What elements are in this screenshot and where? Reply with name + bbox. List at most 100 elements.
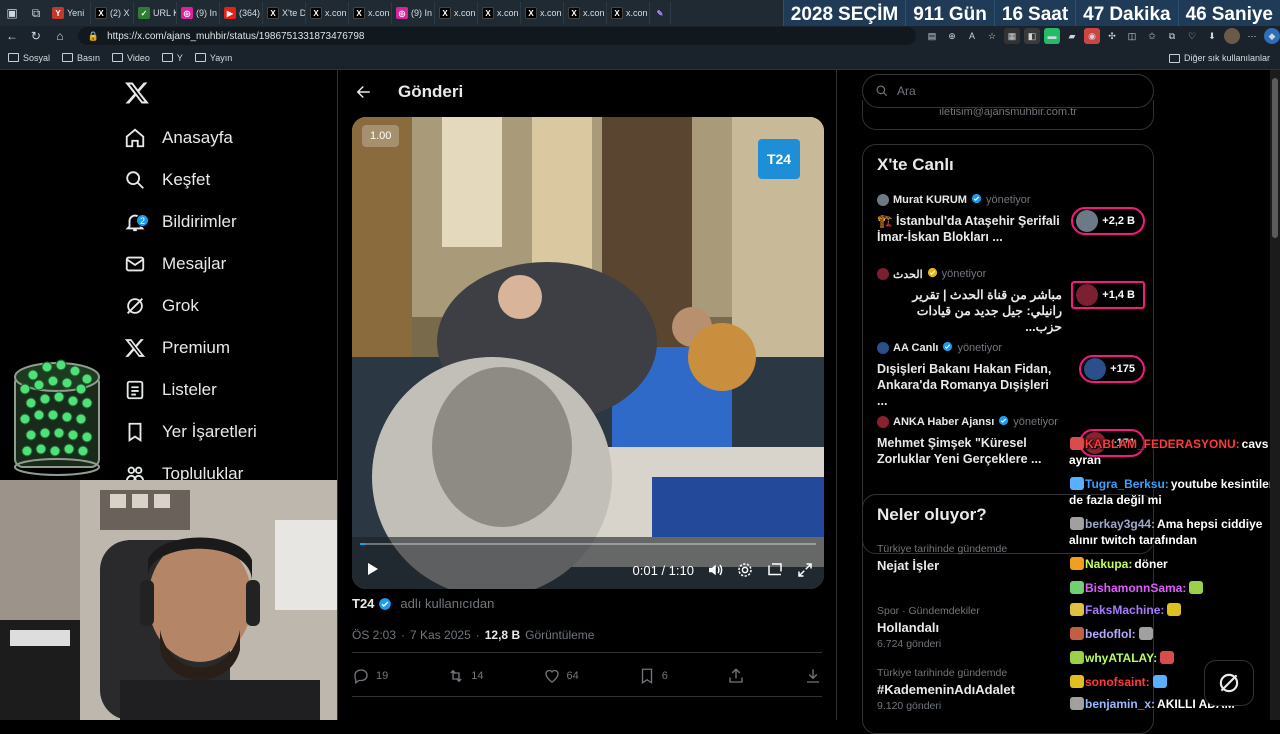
post-author-line: T24 adlı kullanıcıdan	[352, 596, 494, 611]
pen-tab[interactable]: ✎	[650, 2, 671, 24]
sidebar-item-anasayfa[interactable]: Anasayfa	[124, 118, 233, 158]
youtube-favicon: ▶	[224, 7, 236, 19]
x-logo-icon[interactable]	[124, 80, 150, 106]
x-favicon: X	[568, 7, 580, 19]
browser-tab[interactable]: Xx.con	[435, 2, 478, 24]
sidebar-item-mesajlar[interactable]: Mesajlar	[124, 244, 226, 284]
sidebar-item-label: Listeler	[162, 380, 217, 399]
listener-avatar	[1076, 284, 1099, 306]
bookmark-folder[interactable]: Video	[112, 53, 150, 63]
verified-badge-icon	[927, 267, 938, 281]
sidebar-item-grok[interactable]: Grok	[124, 286, 199, 326]
grok-floating-button[interactable]	[1204, 660, 1254, 706]
url-field[interactable]: 🔒 https://x.com/ajans_muhbir/status/1986…	[77, 27, 917, 45]
sidebar-item-label: Yer İşaretleri	[162, 422, 257, 441]
play-icon[interactable]	[364, 561, 380, 580]
folder-icon	[194, 53, 206, 62]
live-broadcast-item[interactable]: Murat KURUM yönetiyor 🏗️ İstanbul'da Ataşe…	[877, 193, 1147, 261]
repost-button[interactable]: 14	[447, 667, 484, 685]
post-date[interactable]: 7 Kas 2025	[410, 628, 471, 642]
live-broadcast-item[interactable]: الحدث yönetiyor مباشر من قناة الحدث | تقري…	[877, 267, 1147, 335]
browser-tab[interactable]: Xx.con	[521, 2, 564, 24]
browser-tab[interactable]: ◎ (9) In	[392, 2, 435, 24]
url-text: https://x.com/ajans_muhbir/status/198675…	[107, 30, 365, 42]
extension-icon[interactable]: ▰	[1064, 28, 1080, 44]
chat-username: Nakupa:	[1085, 557, 1133, 571]
reader-icon[interactable]: ▤	[924, 28, 940, 44]
chat-badge-icon	[1070, 477, 1084, 490]
streamer-webcam	[0, 480, 337, 720]
favorites-icon[interactable]: ✩	[1144, 28, 1160, 44]
sidebar-item-listeler[interactable]: Listeler	[124, 370, 217, 410]
collections-icon[interactable]: ⧉	[1164, 28, 1180, 44]
other-bookmarks[interactable]: Diğer sık kullanılanlar	[1168, 46, 1270, 70]
browser-menu-icon[interactable]: ▣	[0, 1, 24, 25]
extension-icon[interactable]: ▬	[1044, 28, 1061, 44]
tab-label: x.con	[325, 8, 347, 18]
favorite-star-icon[interactable]: ☆	[984, 28, 1000, 44]
url-favicon: ✓	[138, 7, 150, 19]
bookmark-button[interactable]: 6	[638, 667, 668, 685]
bookmark-folder[interactable]: Yayın	[194, 53, 232, 63]
live-broadcast-item[interactable]: AA Canlı yönetiyor Dışişleri Bakanı Hakan …	[877, 341, 1147, 409]
page-scrollbar[interactable]	[1270, 70, 1280, 720]
back-icon[interactable]: ←	[0, 26, 24, 46]
download-icon[interactable]: ⬇	[1204, 28, 1220, 44]
download-icon	[806, 669, 819, 683]
browser-tab[interactable]: Xx.con	[306, 2, 349, 24]
chat-username: sonofsaint:	[1085, 675, 1150, 689]
sidebar-item-ke-fet[interactable]: Keşfet	[124, 160, 210, 200]
copilot-icon[interactable]: ◆	[1264, 28, 1280, 44]
bookmark-folder[interactable]: Sosyal	[8, 53, 50, 63]
sidebar-item-bildirimler[interactable]: 2 Bildirimler	[124, 202, 237, 242]
video-progress-bar[interactable]	[360, 543, 816, 545]
browser-tab[interactable]: Xx.con	[478, 2, 521, 24]
more-icon[interactable]: ⋯	[1244, 28, 1260, 44]
sidebar-item-label: Anasayfa	[162, 128, 233, 147]
extension-icon[interactable]: ◧	[1024, 28, 1041, 44]
chat-badge-icon	[1070, 675, 1084, 688]
like-button[interactable]: 64	[543, 667, 579, 685]
sidebar-item-premium[interactable]: Premium	[124, 328, 230, 368]
profile-avatar[interactable]	[1224, 28, 1241, 44]
browser-tab[interactable]: ◎ (9) In	[177, 2, 220, 24]
home-icon[interactable]: ⌂	[48, 26, 72, 46]
settings-gear-icon[interactable]	[734, 559, 756, 581]
fullscreen-icon[interactable]	[794, 559, 816, 581]
author-name[interactable]: T24	[352, 596, 374, 611]
browser-tab[interactable]: X (2) X	[91, 2, 134, 24]
listener-count-text: +2,2 B	[1102, 215, 1135, 227]
search-input[interactable]: Ara	[862, 74, 1154, 108]
browser-tab[interactable]: X X'te D	[263, 2, 306, 24]
extension-icon[interactable]: ◉	[1084, 28, 1101, 44]
sidebar-item-yer-i-aretleri[interactable]: Yer İşaretleri	[124, 412, 257, 452]
split-screen-icon[interactable]: ◫	[1124, 28, 1140, 44]
copilot-heart-icon[interactable]: ♡	[1184, 28, 1200, 44]
refresh-icon[interactable]: ↻	[24, 26, 48, 46]
heart-icon	[544, 669, 559, 683]
browser-tab[interactable]: ▶ (364)	[220, 2, 263, 24]
browser-tab[interactable]: Xx.con	[607, 2, 650, 24]
host-avatar	[877, 416, 889, 428]
browser-tab[interactable]: Xx.con	[564, 2, 607, 24]
bookmark-folder[interactable]: Basın	[62, 53, 100, 63]
listener-count-text: +1,4 B	[1102, 289, 1135, 301]
browser-tab[interactable]: Xx.con	[349, 2, 392, 24]
extension-icon[interactable]: ▦	[1004, 28, 1021, 44]
picture-in-picture-icon[interactable]	[764, 559, 786, 581]
reply-button[interactable]: 19	[352, 667, 388, 685]
browser-tab[interactable]: ✓ URL K	[134, 2, 177, 24]
volume-icon[interactable]	[704, 559, 726, 581]
share-button[interactable]	[727, 667, 745, 685]
bookmark-folder[interactable]: Y	[161, 53, 183, 63]
browser-tab[interactable]: Y Yeni	[48, 2, 91, 24]
back-arrow-icon[interactable]	[352, 81, 374, 103]
scrollbar-thumb[interactable]	[1272, 78, 1278, 238]
playback-speed-badge[interactable]: 1.00	[362, 125, 400, 147]
zoom-icon[interactable]: ⊕	[944, 28, 960, 44]
video-player[interactable]: 1.00 T24 0:01 / 1:10	[352, 117, 824, 589]
download-button[interactable]	[804, 667, 822, 685]
extensions-puzzle-icon[interactable]: ✣	[1104, 28, 1120, 44]
read-aloud-icon[interactable]: A	[964, 28, 980, 44]
tab-actions-icon[interactable]: ⧉	[24, 1, 48, 25]
